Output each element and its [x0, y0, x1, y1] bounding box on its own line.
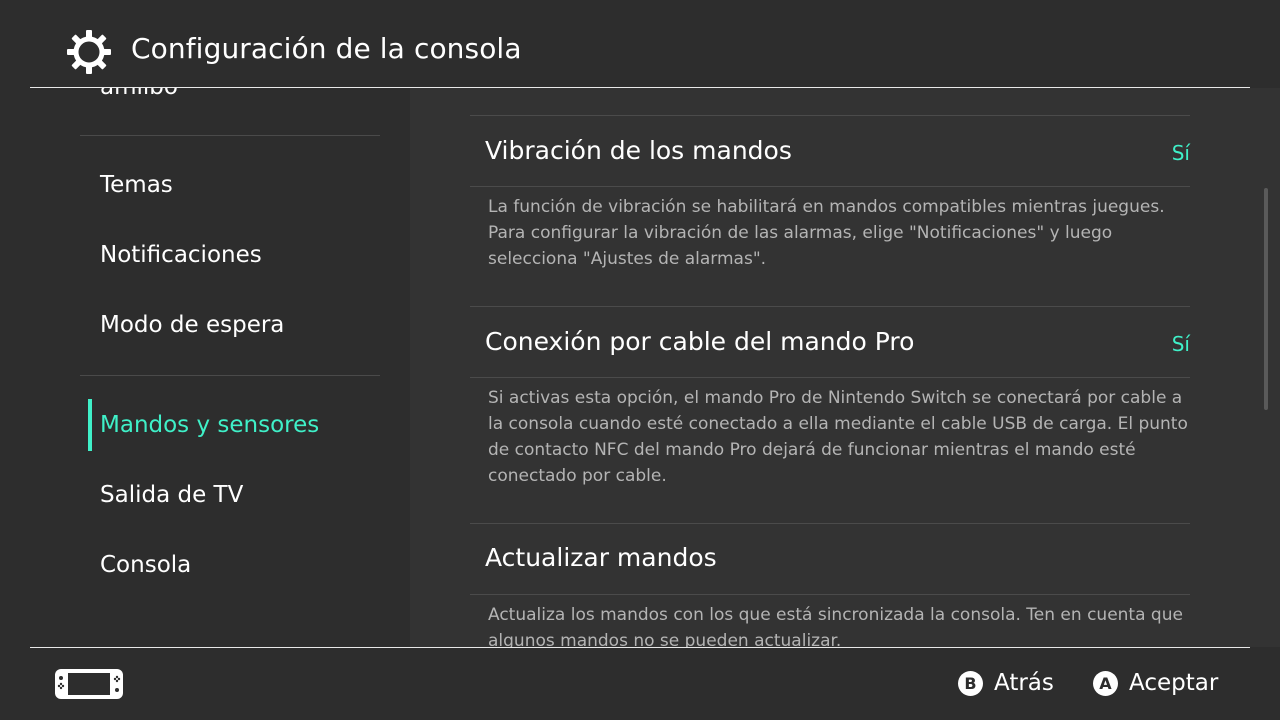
sidebar-item-temas[interactable]: Temas [100, 165, 173, 205]
settings-panel: Vibración de los mandos Sí La función de… [410, 88, 1280, 647]
option-divider [470, 115, 1190, 116]
option-divider [470, 594, 1190, 595]
back-button[interactable]: B Atrás [958, 670, 1054, 696]
active-indicator [88, 399, 92, 451]
accept-button[interactable]: A Aceptar [1093, 670, 1218, 696]
a-button-icon: A [1093, 670, 1118, 696]
option-divider [470, 306, 1190, 307]
option-description: Si activas esta opción, el mando Pro de … [488, 388, 1188, 486]
footer: B Atrás A Aceptar [0, 648, 1280, 720]
sidebar-divider [80, 135, 380, 136]
option-divider [470, 377, 1190, 378]
option-title: Actualizar mandos [485, 543, 717, 572]
b-button-icon: B [958, 670, 983, 696]
sidebar-item-notificaciones[interactable]: Notificaciones [100, 235, 262, 275]
scrollbar[interactable] [1264, 188, 1268, 410]
option-description: Actualiza los mandos con los que está si… [488, 605, 1183, 647]
option-value: Sí [1171, 141, 1190, 165]
option-divider [470, 523, 1190, 524]
sidebar-divider [80, 375, 380, 376]
header: Configuración de la consola [0, 0, 1280, 88]
sidebar: amiibo Temas Notificaciones Modo de espe… [0, 88, 410, 647]
back-label: Atrás [994, 670, 1054, 696]
option-description: La función de vibración se habilitará en… [488, 197, 1165, 269]
gear-icon [67, 30, 111, 74]
option-value: Sí [1171, 332, 1190, 356]
switch-console-icon [55, 669, 123, 699]
accept-label: Aceptar [1129, 670, 1219, 696]
option-divider [470, 186, 1190, 187]
sidebar-item-consola[interactable]: Consola [100, 545, 191, 585]
sidebar-item-modo-de-espera[interactable]: Modo de espera [100, 305, 284, 345]
option-title: Vibración de los mandos [485, 136, 792, 165]
sidebar-item-salida-de-tv[interactable]: Salida de TV [100, 475, 243, 515]
sidebar-item-amiibo[interactable]: amiibo [100, 88, 178, 100]
sidebar-item-mandos-y-sensores[interactable]: Mandos y sensores [100, 405, 319, 445]
page-title: Configuración de la consola [131, 32, 522, 65]
main-area: amiibo Temas Notificaciones Modo de espe… [0, 88, 1280, 647]
option-title: Conexión por cable del mando Pro [485, 327, 915, 356]
